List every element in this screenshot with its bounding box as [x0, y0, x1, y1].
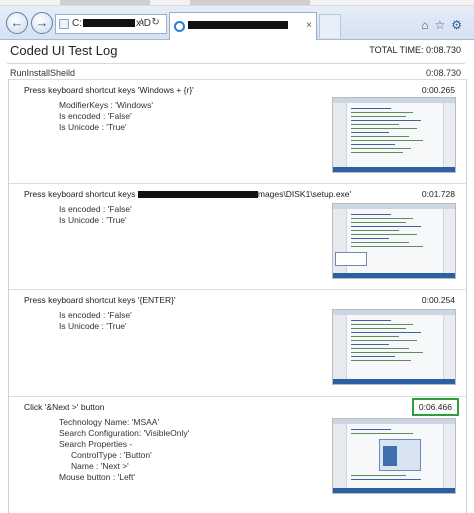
- step-4: Click '&Next >' button 0:06.466 Technolo…: [9, 396, 466, 513]
- step-property: Is encoded : 'False': [59, 111, 132, 121]
- home-icon[interactable]: ⌂: [421, 18, 434, 32]
- step-screenshot[interactable]: [332, 309, 456, 385]
- redacted-path: [83, 19, 135, 28]
- gear-icon[interactable]: ⚙: [451, 18, 468, 32]
- step-screenshot[interactable]: [332, 203, 456, 279]
- step-property: Search Configuration: 'VisibleOnly': [59, 428, 190, 438]
- step-title: Press keyboard shortcut keys 'Windows + …: [24, 85, 194, 95]
- step-title: Press keyboard shortcut keys '{ENTER}': [24, 295, 176, 305]
- step-divider: [9, 79, 466, 80]
- ie-icon: [174, 21, 185, 32]
- report-page: Coded UI Test Log TOTAL TIME: 0:08.730 R…: [0, 41, 474, 513]
- title-divider: [7, 63, 465, 64]
- step-time-highlighted: 0:06.466: [411, 398, 459, 416]
- step-screenshot[interactable]: [332, 97, 456, 173]
- step-title: Press keyboard shortcut keys mages\DISK1…: [24, 189, 351, 199]
- step-property: Search Properties -: [59, 439, 133, 449]
- search-refresh-icons[interactable]: ⌕ ↻: [139, 17, 162, 28]
- browser-action-icons: ⌂☆⚙: [421, 18, 468, 32]
- tab-close-button[interactable]: ×: [306, 13, 312, 39]
- tab-test-log[interactable]: ×: [169, 12, 317, 40]
- page-favicon-icon: [59, 19, 69, 29]
- redacted-tab-title: [188, 21, 288, 30]
- step-property: ControlType : 'Button': [71, 450, 152, 460]
- steps-container: Press keyboard shortcut keys 'Windows + …: [8, 79, 467, 513]
- step-property: Is Unicode : 'True': [59, 321, 127, 331]
- step-property: Technology Name: 'MSAA': [59, 417, 160, 427]
- step-property: Is encoded : 'False': [59, 310, 132, 320]
- step-time: 0:00.254: [421, 295, 455, 305]
- step-divider: [9, 396, 466, 397]
- step-property: Is Unicode : 'True': [59, 215, 127, 225]
- redacted-path: [137, 191, 258, 199]
- back-arrow-icon[interactable]: ←: [6, 12, 28, 34]
- step-screenshot[interactable]: [332, 418, 456, 494]
- step-title: Click '&Next >' button: [24, 402, 105, 412]
- step-time: 0:01.728: [421, 189, 455, 199]
- step-title-suffix: mages\DISK1\setup.exe': [257, 189, 352, 199]
- step-property: Name : 'Next >': [71, 461, 129, 471]
- step-property: Is encoded : 'False': [59, 204, 132, 214]
- step-property: Is Unicode : 'True': [59, 122, 127, 132]
- step-property: ModifierKeys : 'Windows': [59, 100, 153, 110]
- step-2: Press keyboard shortcut keys mages\DISK1…: [9, 183, 466, 286]
- step-3: Press keyboard shortcut keys '{ENTER}' 0…: [9, 289, 466, 393]
- test-name: RunInstallSheild: [10, 68, 76, 78]
- forward-arrow-icon[interactable]: →: [31, 12, 53, 34]
- star-icon[interactable]: ☆: [434, 18, 451, 32]
- step-divider: [9, 183, 466, 184]
- address-prefix: C:: [72, 18, 82, 29]
- step-divider: [9, 289, 466, 290]
- page-title: Coded UI Test Log: [10, 43, 118, 58]
- step-title-prefix: Press keyboard shortcut keys: [24, 189, 136, 199]
- step-property: Mouse button : 'Left': [59, 472, 136, 482]
- browser-toolbar: ← → C: x\D ⌕ ↻ × ⌂☆⚙: [0, 6, 474, 40]
- total-time: TOTAL TIME: 0:08.730: [369, 45, 461, 55]
- new-tab-button[interactable]: [319, 14, 341, 38]
- test-time: 0:08.730: [425, 68, 461, 78]
- step-time: 0:00.265: [421, 85, 455, 95]
- step-1: Press keyboard shortcut keys 'Windows + …: [9, 79, 466, 180]
